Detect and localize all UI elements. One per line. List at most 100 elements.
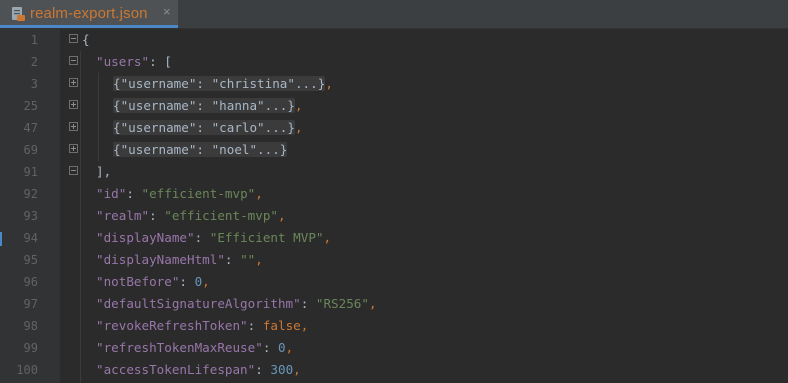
json-string-value: "efficient-mvp" xyxy=(164,208,278,223)
code-line[interactable]: 99 "refreshTokenMaxReuse": 0, xyxy=(0,337,788,359)
tab-title: realm-export.json xyxy=(30,5,148,22)
expand-fold-icon[interactable] xyxy=(69,144,78,153)
line-number: 94 xyxy=(23,231,38,245)
code-text: "displayName": "Efficient MVP", xyxy=(96,227,331,249)
collapse-fold-icon[interactable] xyxy=(69,34,78,43)
json-separator: : xyxy=(224,252,241,267)
json-key: "users" xyxy=(96,54,150,69)
json-comma: , xyxy=(202,274,210,289)
json-key: "refreshTokenMaxReuse" xyxy=(96,340,263,355)
editor-tab-bar: realm-export.json × xyxy=(0,0,788,29)
json-comma: , xyxy=(294,120,303,135)
collapse-fold-icon[interactable] xyxy=(69,166,78,175)
json-key: "accessTokenLifespan" xyxy=(96,362,256,377)
tab-realm-export[interactable]: realm-export.json × xyxy=(0,0,178,28)
json-separator: : xyxy=(194,230,210,245)
code-line[interactable]: 98 "revokeRefreshToken": false, xyxy=(0,315,788,337)
json-key: "displayName" xyxy=(96,230,195,245)
code-line[interactable]: 25 {"username": "hanna"...}, xyxy=(0,95,788,117)
json-separator: : xyxy=(247,318,263,333)
json-key: "notBefore" xyxy=(96,274,180,289)
expand-fold-icon[interactable] xyxy=(69,100,78,109)
json-string-value: "" xyxy=(240,252,256,267)
line-number: 1 xyxy=(30,33,38,47)
collapsed-region[interactable]: {"username": "christina"...} xyxy=(113,76,326,91)
collapsed-region[interactable]: {"username": "hanna"...} xyxy=(113,98,295,113)
code-line[interactable]: 1{ xyxy=(0,29,788,51)
line-number: 47 xyxy=(23,121,38,135)
json-bracket: ], xyxy=(96,164,112,179)
code-text: "defaultSignatureAlgorithm": "RS256", xyxy=(96,293,377,315)
code-text: "accessTokenLifespan": 300, xyxy=(96,359,301,381)
code-line[interactable]: 93 "realm": "efficient-mvp", xyxy=(0,205,788,227)
line-number: 97 xyxy=(23,297,38,311)
json-separator: : xyxy=(126,186,142,201)
line-number: 95 xyxy=(23,253,38,267)
code-text: "displayNameHtml": "", xyxy=(96,249,263,271)
code-text: ], xyxy=(96,161,111,183)
json-keyword-value: false xyxy=(262,318,301,333)
code-line[interactable]: 92 "id": "efficient-mvp", xyxy=(0,183,788,205)
json-key: "id" xyxy=(96,186,127,201)
json-separator: : xyxy=(300,296,316,311)
json-comma: , xyxy=(323,230,332,245)
json-comma: , xyxy=(300,318,309,333)
json-bracket: [ xyxy=(164,54,172,69)
json-string-value: "Efficient MVP" xyxy=(209,230,324,245)
json-comma: , xyxy=(277,208,286,223)
code-text: "revokeRefreshToken": false, xyxy=(96,315,308,337)
json-comma: , xyxy=(255,186,263,201)
code-text: {"username": "christina"...}, xyxy=(113,73,333,95)
code-line[interactable]: 3 {"username": "christina"...}, xyxy=(0,73,788,95)
json-key: "realm" xyxy=(96,208,150,223)
json-string-value: "efficient-mvp" xyxy=(141,186,256,201)
json-key: "defaultSignatureAlgorithm" xyxy=(96,296,301,311)
line-number: 91 xyxy=(23,165,38,179)
code-text: "id": "efficient-mvp", xyxy=(96,183,263,205)
code-text: { xyxy=(82,29,90,51)
json-key: "revokeRefreshToken" xyxy=(96,318,248,333)
json-comma: , xyxy=(294,98,303,113)
code-text: {"username": "carlo"...}, xyxy=(113,117,303,139)
line-number: 98 xyxy=(23,319,38,333)
code-line[interactable]: 2 "users": [ xyxy=(0,51,788,73)
code-line[interactable]: 97 "defaultSignatureAlgorithm": "RS256", xyxy=(0,293,788,315)
collapsed-region[interactable]: {"username": "noel"...} xyxy=(113,142,288,157)
code-line[interactable]: 69 {"username": "noel"...} xyxy=(0,139,788,161)
code-line[interactable]: 95 "displayNameHtml": "", xyxy=(0,249,788,271)
close-icon[interactable]: × xyxy=(163,4,171,19)
line-number: 96 xyxy=(23,275,38,289)
line-number: 69 xyxy=(23,143,38,157)
json-separator: : xyxy=(179,274,195,289)
line-number: 99 xyxy=(23,341,38,355)
json-bracket: { xyxy=(82,32,90,47)
code-line[interactable]: 47 {"username": "carlo"...}, xyxy=(0,117,788,139)
json-separator: : xyxy=(149,54,165,69)
json-separator: : xyxy=(255,362,271,377)
code-text: "notBefore": 0, xyxy=(96,271,210,293)
line-number: 2 xyxy=(30,55,38,69)
expand-fold-icon[interactable] xyxy=(69,122,78,131)
line-number: 92 xyxy=(23,187,38,201)
code-text: "users": [ xyxy=(96,51,172,73)
line-number: 100 xyxy=(16,363,38,377)
json-separator: : xyxy=(262,340,278,355)
line-number: 3 xyxy=(30,77,38,91)
collapse-fold-icon[interactable] xyxy=(69,56,78,65)
json-key: "displayNameHtml" xyxy=(96,252,225,267)
code-line[interactable]: 91], xyxy=(0,161,788,183)
code-text: {"username": "hanna"...}, xyxy=(113,95,303,117)
json-comma: , xyxy=(255,252,263,267)
collapsed-region[interactable]: {"username": "carlo"...} xyxy=(113,120,295,135)
json-comma: , xyxy=(293,362,301,377)
line-number: 93 xyxy=(23,209,38,223)
code-text: {"username": "noel"...} xyxy=(113,139,288,161)
code-line[interactable]: 100 "accessTokenLifespan": 300, xyxy=(0,359,788,381)
line-number: 25 xyxy=(23,99,38,113)
code-line[interactable]: 96 "notBefore": 0, xyxy=(0,271,788,293)
json-file-icon xyxy=(12,7,25,21)
code-line[interactable]: 94 "displayName": "Efficient MVP", xyxy=(0,227,788,249)
json-comma: , xyxy=(325,76,333,91)
expand-fold-icon[interactable] xyxy=(69,78,78,87)
json-separator: : xyxy=(149,208,165,223)
